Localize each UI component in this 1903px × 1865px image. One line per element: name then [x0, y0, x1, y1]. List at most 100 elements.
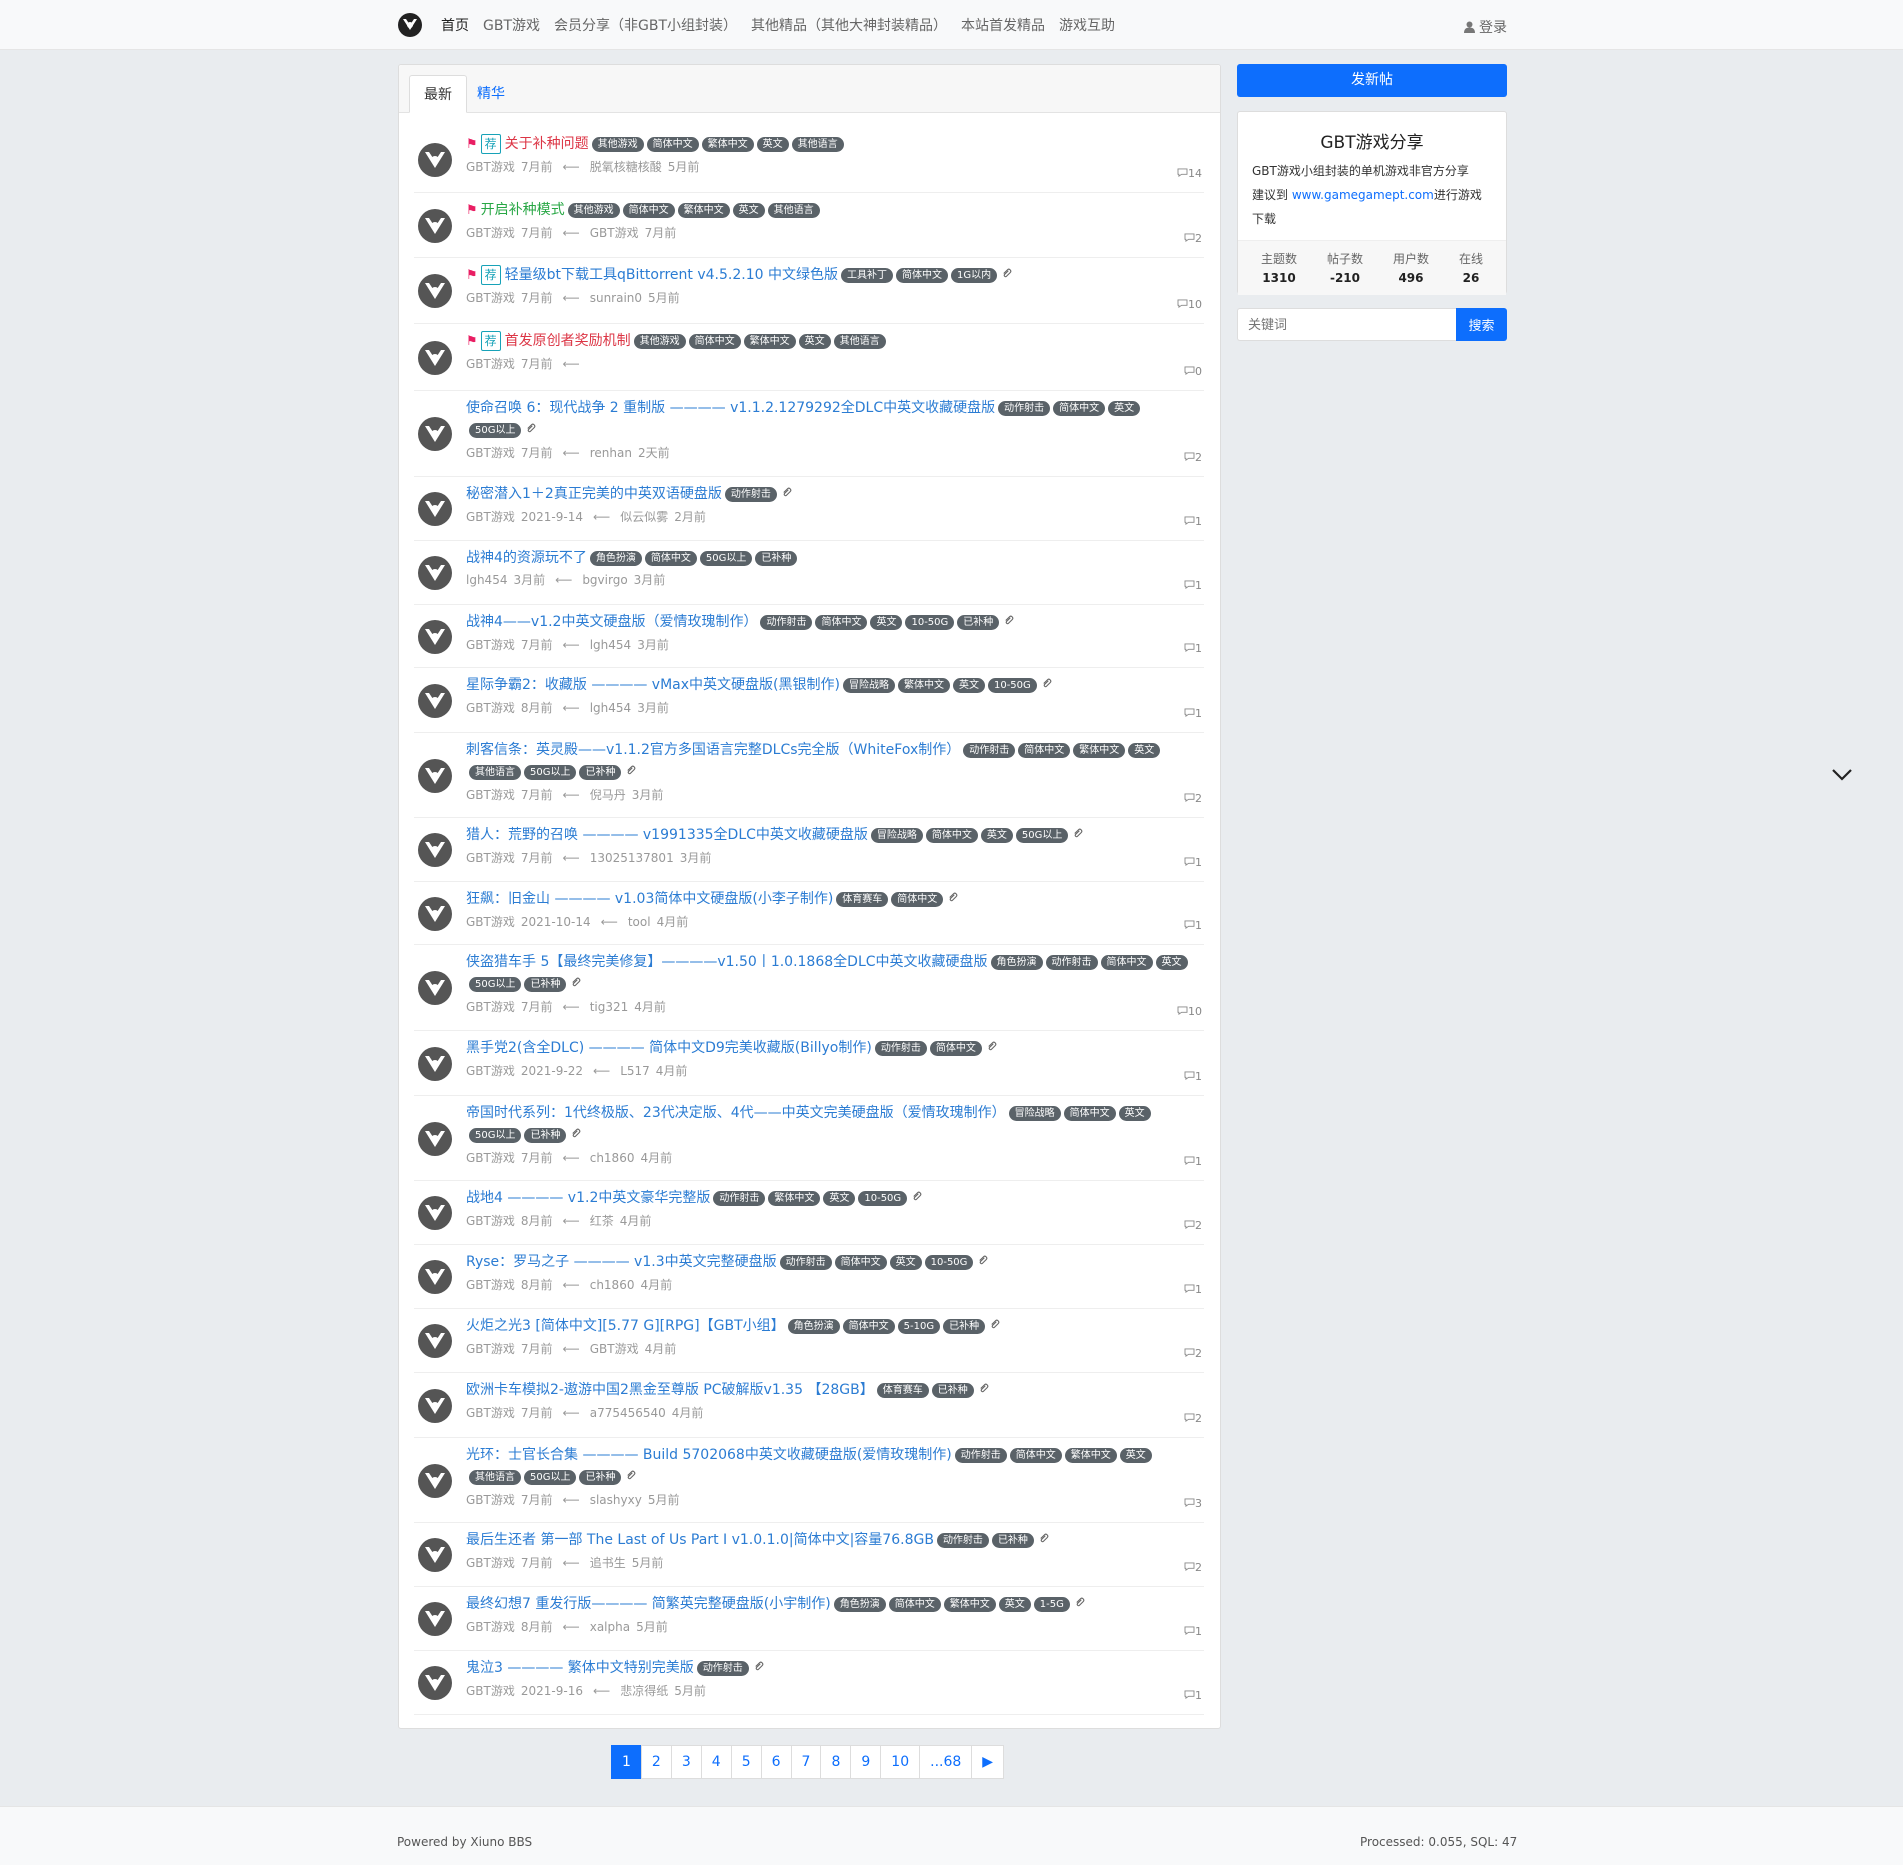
thread-title[interactable]: 帝国时代系列：1代终极版、23代决定版、4代——中英文完美硬盘版（爱情玫瑰制作） — [466, 1105, 1006, 1121]
thread-tag[interactable]: 简体中文 — [1009, 1448, 1062, 1463]
nav-member-share[interactable]: 会员分享（非GBT小组封装） — [554, 15, 737, 35]
thread-tag[interactable]: 50G以上 — [699, 551, 753, 566]
thread-tag[interactable]: 其他语言 — [469, 765, 521, 780]
thread-tag[interactable]: 简体中文 — [925, 828, 978, 843]
thread-tag[interactable]: 繁体中文 — [897, 678, 950, 693]
thread-title[interactable]: 狂飙：旧金山 ———— v1.03简体中文硬盘版(小李子制作) — [466, 891, 833, 907]
thread-tag[interactable]: 简体中文 — [688, 334, 741, 349]
thread-tag[interactable]: 其他游戏 — [591, 137, 644, 152]
thread-title[interactable]: 光环：士官长合集 ———— Build 5702068中英文收藏硬盘版(爱情玫瑰… — [466, 1447, 952, 1463]
thread-tag[interactable]: 1-5G — [1033, 1597, 1070, 1612]
thread-tag[interactable]: 体育赛车 — [876, 1383, 929, 1398]
thread-title[interactable]: 最终幻想7 重发行版———— 简繁英完整硬盘版(小宇制作) — [466, 1596, 831, 1612]
thread-author[interactable]: GBT游戏 — [466, 1406, 515, 1420]
thread-row[interactable]: 刺客信条：英灵殿——v1.1.2官方多国语言完整DLCs完全版（WhiteFox… — [414, 733, 1204, 818]
new-post-button[interactable]: 发新帖 — [1237, 64, 1507, 97]
last-reply-user[interactable]: renhan — [590, 446, 632, 460]
thread-tag[interactable]: 已补种 — [991, 1533, 1034, 1548]
thread-title[interactable]: 鬼泣3 ———— 繁体中文特别完美版 — [466, 1660, 694, 1676]
thread-tag[interactable]: 已补种 — [957, 615, 1000, 630]
thread-tag[interactable]: 其他语言 — [469, 1470, 521, 1485]
avatar-icon[interactable] — [417, 1121, 453, 1157]
thread-author[interactable]: GBT游戏 — [466, 1000, 515, 1014]
thread-tag[interactable]: 10-50G — [924, 1255, 974, 1270]
avatar-icon[interactable] — [417, 555, 453, 591]
page-button[interactable]: 1 — [611, 1745, 642, 1779]
last-reply-user[interactable]: ch1860 — [590, 1278, 635, 1292]
thread-tag[interactable]: 已补种 — [943, 1319, 986, 1334]
thread-row[interactable]: ⚑ 荐首发原创者奖励机制 其他游戏 简体中文 繁体中文 英文 其他语言 GBT游戏 7月前 ⟵ 0 — [414, 324, 1204, 391]
avatar-icon[interactable] — [417, 1195, 453, 1231]
tab-digest[interactable]: 精华 — [463, 75, 519, 113]
thread-tag[interactable]: 50G以上 — [469, 1128, 522, 1143]
thread-tag[interactable]: 简体中文 — [929, 1041, 982, 1056]
thread-tag[interactable]: 已补种 — [524, 1128, 567, 1143]
search-button[interactable]: 搜索 — [1456, 308, 1507, 341]
thread-tag[interactable]: 繁体中文 — [943, 1597, 996, 1612]
search-input[interactable] — [1237, 308, 1456, 341]
thread-row[interactable]: 战神4——v1.2中英文硬盘版（爱情玫瑰制作） 动作射击 简体中文 英文 10-50G 已… — [414, 605, 1204, 668]
nav-home[interactable]: 首页 — [441, 15, 469, 35]
thread-tag[interactable]: 简体中文 — [895, 268, 948, 283]
thread-title[interactable]: 猎人：荒野的召唤 ———— v1991335全DLC中英文收藏硬盘版 — [466, 827, 868, 843]
thread-author[interactable]: GBT游戏 — [466, 291, 515, 305]
last-reply-user[interactable]: GBT游戏 — [590, 226, 639, 240]
tab-latest[interactable]: 最新 — [409, 75, 467, 113]
avatar-icon[interactable] — [417, 758, 453, 794]
thread-row[interactable]: ⚑ 荐轻量级bt下载工具qBittorrent v4.5.2.10 中文绿色版 工具… — [414, 258, 1204, 324]
page-button[interactable]: 8 — [820, 1745, 852, 1779]
thread-tag[interactable]: 繁体中文 — [1073, 743, 1126, 758]
thread-author[interactable]: lgh454 — [466, 573, 507, 587]
thread-tag[interactable]: 简体中文 — [644, 551, 697, 566]
thread-title[interactable]: 侠盗猎车手 5【最终完美修复】————v1.50丨1.0.1868全DLC中英文… — [466, 954, 988, 970]
avatar-icon[interactable] — [417, 1323, 453, 1359]
last-reply-user[interactable]: bgvirgo — [582, 573, 627, 587]
thread-tag[interactable]: 5-10G — [897, 1319, 941, 1334]
thread-author[interactable]: GBT游戏 — [466, 1151, 515, 1165]
last-reply-user[interactable]: slashyxy — [590, 1493, 642, 1507]
avatar-icon[interactable] — [417, 1665, 453, 1701]
thread-tag[interactable]: 英文 — [1128, 743, 1161, 758]
page-button[interactable]: 3 — [670, 1745, 702, 1779]
next-page-button[interactable]: ▶ — [971, 1745, 1005, 1779]
thread-tag[interactable]: 繁体中文 — [677, 203, 730, 218]
page-button[interactable]: 5 — [730, 1745, 762, 1779]
thread-title[interactable]: 战神4的资源玩不了 — [466, 550, 587, 566]
last-reply-user[interactable]: tool — [628, 915, 651, 929]
avatar-icon[interactable] — [417, 142, 453, 178]
thread-title[interactable]: 欧洲卡车模拟2-遨游中国2黑金至尊版 PC破解版v1.35 【28GB】 — [466, 1382, 874, 1398]
thread-row[interactable]: 狂飙：旧金山 ———— v1.03简体中文硬盘版(小李子制作) 体育赛车 简体中文 G… — [414, 882, 1204, 945]
thread-author[interactable]: GBT游戏 — [466, 915, 515, 929]
thread-tag[interactable]: 英文 — [756, 137, 789, 152]
page-button[interactable]: ...68 — [919, 1745, 973, 1779]
thread-tag[interactable]: 英文 — [998, 1597, 1031, 1612]
thread-author[interactable]: GBT游戏 — [466, 1620, 515, 1634]
thread-tag[interactable]: 动作射击 — [954, 1448, 1007, 1463]
thread-tag[interactable]: 动作射击 — [724, 487, 777, 502]
last-reply-user[interactable]: 悲凉得纸 — [620, 1684, 668, 1698]
avatar-icon[interactable] — [417, 683, 453, 719]
thread-tag[interactable]: 角色扮演 — [833, 1597, 886, 1612]
thread-tag[interactable]: 英文 — [1155, 955, 1188, 970]
thread-row[interactable]: 最终幻想7 重发行版———— 简繁英完整硬盘版(小宇制作) 角色扮演 简体中文 繁体中… — [414, 1587, 1204, 1651]
thread-title[interactable]: 战地4 ———— v1.2中英文豪华完整版 — [466, 1190, 710, 1206]
site-desc-link[interactable]: www.gamegamept.com — [1292, 188, 1434, 202]
avatar-icon[interactable] — [417, 491, 453, 527]
last-reply-user[interactable]: 红茶 — [590, 1214, 614, 1228]
thread-tag[interactable]: 已补种 — [931, 1383, 974, 1398]
thread-row[interactable]: 黑手党2(含全DLC) ———— 简体中文D9完美收藏版(Billyo制作) 动作… — [414, 1031, 1204, 1096]
thread-tag[interactable]: 已补种 — [579, 765, 622, 780]
thread-tag[interactable]: 繁体中文 — [1064, 1448, 1117, 1463]
thread-title[interactable]: 星际争霸2：收藏版 ———— vMax中英文硬盘版(黑银制作) — [466, 677, 840, 693]
thread-title[interactable]: 战神4——v1.2中英文硬盘版（爱情玫瑰制作） — [466, 614, 757, 630]
thread-tag[interactable]: 英文 — [1118, 1106, 1151, 1121]
last-reply-user[interactable]: 似云似雾 — [620, 510, 668, 524]
thread-author[interactable]: GBT游戏 — [466, 701, 515, 715]
avatar-icon[interactable] — [417, 970, 453, 1006]
thread-author[interactable]: GBT游戏 — [466, 1064, 515, 1078]
thread-row[interactable]: 战神4的资源玩不了 角色扮演 简体中文 50G以上 已补种 lgh454 3月前 ⟵ bgvir… — [414, 541, 1204, 605]
thread-tag[interactable]: 简体中文 — [646, 137, 699, 152]
thread-tag[interactable]: 角色扮演 — [589, 551, 642, 566]
thread-row[interactable]: Ryse：罗马之子 ———— v1.3中英文完整硬盘版 动作射击 简体中文 英文 10-… — [414, 1245, 1204, 1309]
thread-title[interactable]: 轻量级bt下载工具qBittorrent v4.5.2.10 中文绿色版 — [505, 267, 838, 283]
